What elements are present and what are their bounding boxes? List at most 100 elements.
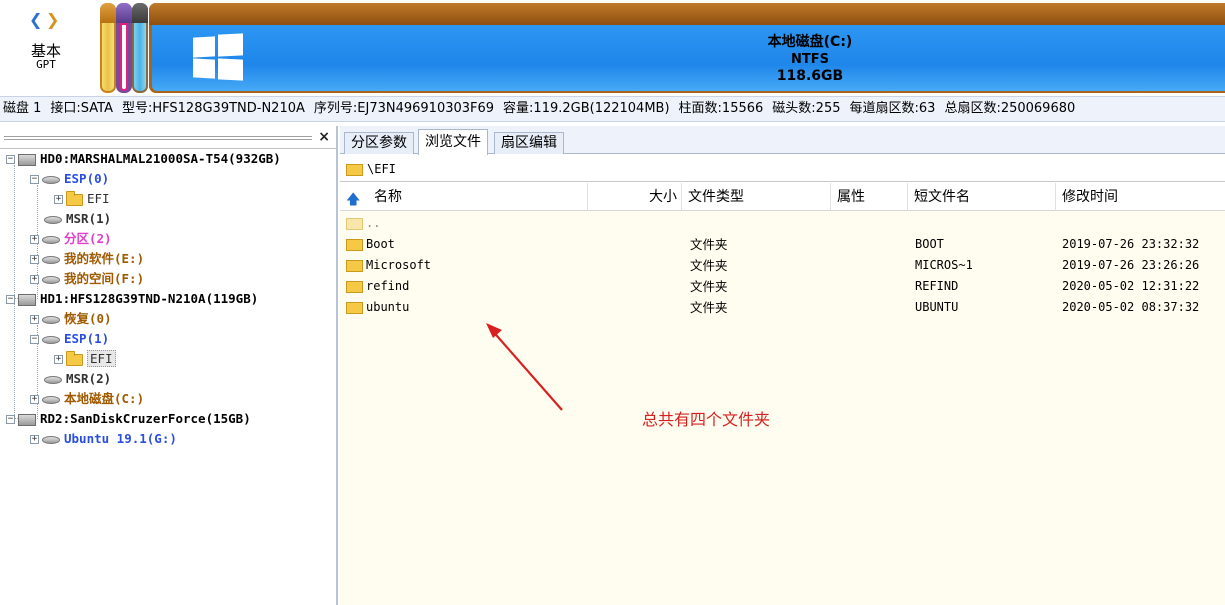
partition-icon: [42, 275, 60, 284]
file-modified: 2020-05-02 08:37:32: [1062, 300, 1200, 314]
disk-number: 磁盘 1: [3, 101, 42, 116]
column-size[interactable]: 大小: [588, 183, 682, 211]
expand-icon[interactable]: +: [54, 355, 63, 364]
partition-icon: [42, 235, 60, 244]
file-type: 文件夹: [690, 300, 728, 315]
tab-browse-files[interactable]: 浏览文件: [418, 129, 488, 155]
file-modified: 2019-07-26 23:32:32: [1062, 237, 1200, 251]
file-modified: 2019-07-26 23:26:26: [1062, 258, 1200, 272]
tree-item-hd0[interactable]: − HD0:MARSHALMAL21000SA-T54(932GB): [6, 149, 281, 169]
tree-item-msr1[interactable]: MSR(1): [44, 209, 111, 229]
collapse-icon[interactable]: −: [30, 335, 39, 344]
column-modified[interactable]: 修改时间: [1056, 183, 1225, 211]
file-modified: 2020-05-02 12:31:22: [1062, 279, 1200, 293]
tree-item-local-disk-c[interactable]: + 本地磁盘(C:): [30, 389, 144, 409]
folder-icon: [66, 190, 83, 206]
column-short-name[interactable]: 短文件名: [908, 183, 1056, 211]
partition-icon: [42, 335, 60, 344]
partition-size: 118.6GB: [776, 68, 844, 84]
partition-filesystem: NTFS: [791, 52, 829, 67]
expand-icon[interactable]: +: [30, 275, 39, 284]
expand-icon[interactable]: +: [30, 435, 39, 444]
partition-block-msr[interactable]: [132, 3, 148, 93]
file-row[interactable]: ubuntu 文件夹 UBUNTU 2020-05-02 08:37:32: [340, 297, 1225, 318]
tree-item-my-software-e[interactable]: + 我的软件(E:): [30, 249, 144, 269]
file-name: refind: [366, 279, 410, 293]
expand-icon[interactable]: +: [30, 255, 39, 264]
disk-tree: − HD0:MARSHALMAL21000SA-T54(932GB) − ESP(0…: [0, 148, 336, 604]
file-row[interactable]: Microsoft 文件夹 MICROS~1 2019-07-26 23:26:…: [340, 255, 1225, 276]
panel-grip[interactable]: [4, 136, 312, 140]
collapse-icon[interactable]: −: [6, 415, 15, 424]
hard-disk-icon: [18, 293, 36, 306]
partition-icon: [42, 395, 60, 404]
file-short-name: BOOT: [915, 237, 944, 251]
partition-icon: [42, 255, 60, 264]
file-name: Microsoft: [366, 258, 432, 272]
partition-icon: [42, 175, 60, 184]
up-arrow-icon[interactable]: 🡅: [346, 189, 360, 213]
column-name[interactable]: 名称: [368, 183, 588, 211]
partition-block-recovery[interactable]: [100, 3, 116, 93]
tree-item-partition2[interactable]: + 分区(2): [30, 229, 112, 249]
disk-cylinders: 柱面数:15566: [678, 101, 764, 116]
removable-disk-icon: [18, 413, 36, 426]
tab-partition-params[interactable]: 分区参数: [344, 132, 414, 154]
partition-icon: [44, 215, 62, 224]
collapse-icon[interactable]: −: [30, 175, 39, 184]
collapse-icon[interactable]: −: [6, 155, 15, 164]
collapse-icon[interactable]: −: [6, 295, 15, 304]
partition-block-esp[interactable]: [116, 3, 132, 93]
folder-icon: [346, 217, 363, 230]
expand-icon[interactable]: +: [30, 395, 39, 404]
tree-panel-header: ×: [0, 129, 336, 145]
tree-item-hd1[interactable]: − HD1:HFS128G39TND-N210A(119GB): [6, 289, 258, 309]
windows-logo-icon: [193, 33, 243, 81]
tree-item-esp0[interactable]: − ESP(0): [30, 169, 109, 189]
close-icon[interactable]: ×: [318, 129, 330, 145]
tree-item-recovery0[interactable]: + 恢复(0): [30, 309, 112, 329]
tree-item-efi-hd1[interactable]: + EFI: [54, 349, 116, 369]
tree-item-my-space-f[interactable]: + 我的空间(F:): [30, 269, 144, 289]
tree-item-esp1[interactable]: − ESP(1): [30, 329, 109, 349]
column-attributes[interactable]: 属性: [831, 183, 908, 211]
file-row-parent[interactable]: ..: [340, 213, 1225, 234]
chevron-right-icon[interactable]: ❯: [46, 10, 59, 29]
tree-item-msr2[interactable]: MSR(2): [44, 369, 111, 389]
tree-item-rd2[interactable]: − RD2:SanDiskCruzerForce(15GB): [6, 409, 251, 429]
chevron-left-icon[interactable]: ❮: [29, 10, 42, 29]
folder-icon: [346, 238, 363, 251]
expand-icon[interactable]: +: [30, 235, 39, 244]
expand-icon[interactable]: +: [54, 195, 63, 204]
disk-serial: 序列号:EJ73N496910303F69: [313, 101, 495, 116]
path-bar: \EFI: [340, 156, 1225, 182]
disk-info-strip: 磁盘 1 接口:SATA 型号:HFS128G39TND-N210A 序列号:EJ73…: [0, 96, 1225, 122]
content-panel: 分区参数 浏览文件 扇区编辑 \EFI 🡅 名称 大小 文件类型 属性 短文件名…: [340, 126, 1225, 605]
file-type: 文件夹: [690, 279, 728, 294]
file-type: 文件夹: [690, 258, 728, 273]
disk-tree-panel: × − HD0:MARSHALMAL21000SA-T54(932GB) − ESP…: [0, 126, 338, 605]
annotation-arrow: [486, 323, 563, 411]
disk-heads: 磁头数:255: [772, 101, 841, 116]
disk-capacity: 容量:119.2GB(122104MB): [503, 101, 670, 116]
folder-icon: [346, 163, 363, 176]
disk-total-sectors: 总扇区数:250069680: [944, 101, 1076, 116]
tree-item-efi-hd0[interactable]: + EFI: [54, 189, 110, 209]
main-partition-info: 本地磁盘(C:) NTFS 118.6GB: [620, 34, 1000, 85]
partition-style-label: GPT: [36, 58, 56, 71]
file-short-name: MICROS~1: [915, 258, 973, 272]
column-type[interactable]: 文件类型: [682, 183, 831, 211]
disk-genius-window: ❮ ❯ 基本 GPT 本地磁盘(C:) NTFS 118.6GB 磁盘 1 接口:…: [0, 0, 1225, 605]
disk-interface: 接口:SATA: [50, 101, 113, 116]
file-short-name: REFIND: [915, 279, 959, 293]
file-short-name: UBUNTU: [915, 300, 959, 314]
expand-icon[interactable]: +: [30, 315, 39, 324]
file-row[interactable]: Boot 文件夹 BOOT 2019-07-26 23:32:32: [340, 234, 1225, 255]
file-row[interactable]: refind 文件夹 REFIND 2020-05-02 12:31:22: [340, 276, 1225, 297]
file-type: 文件夹: [690, 237, 728, 252]
disk-model: 型号:HFS128G39TND-N210A: [122, 101, 305, 116]
partition-icon: [42, 315, 60, 324]
tree-item-ubuntu-g[interactable]: + Ubuntu 19.1(G:): [30, 429, 177, 449]
tab-sector-edit[interactable]: 扇区编辑: [494, 132, 564, 154]
partition-icon: [44, 375, 62, 384]
